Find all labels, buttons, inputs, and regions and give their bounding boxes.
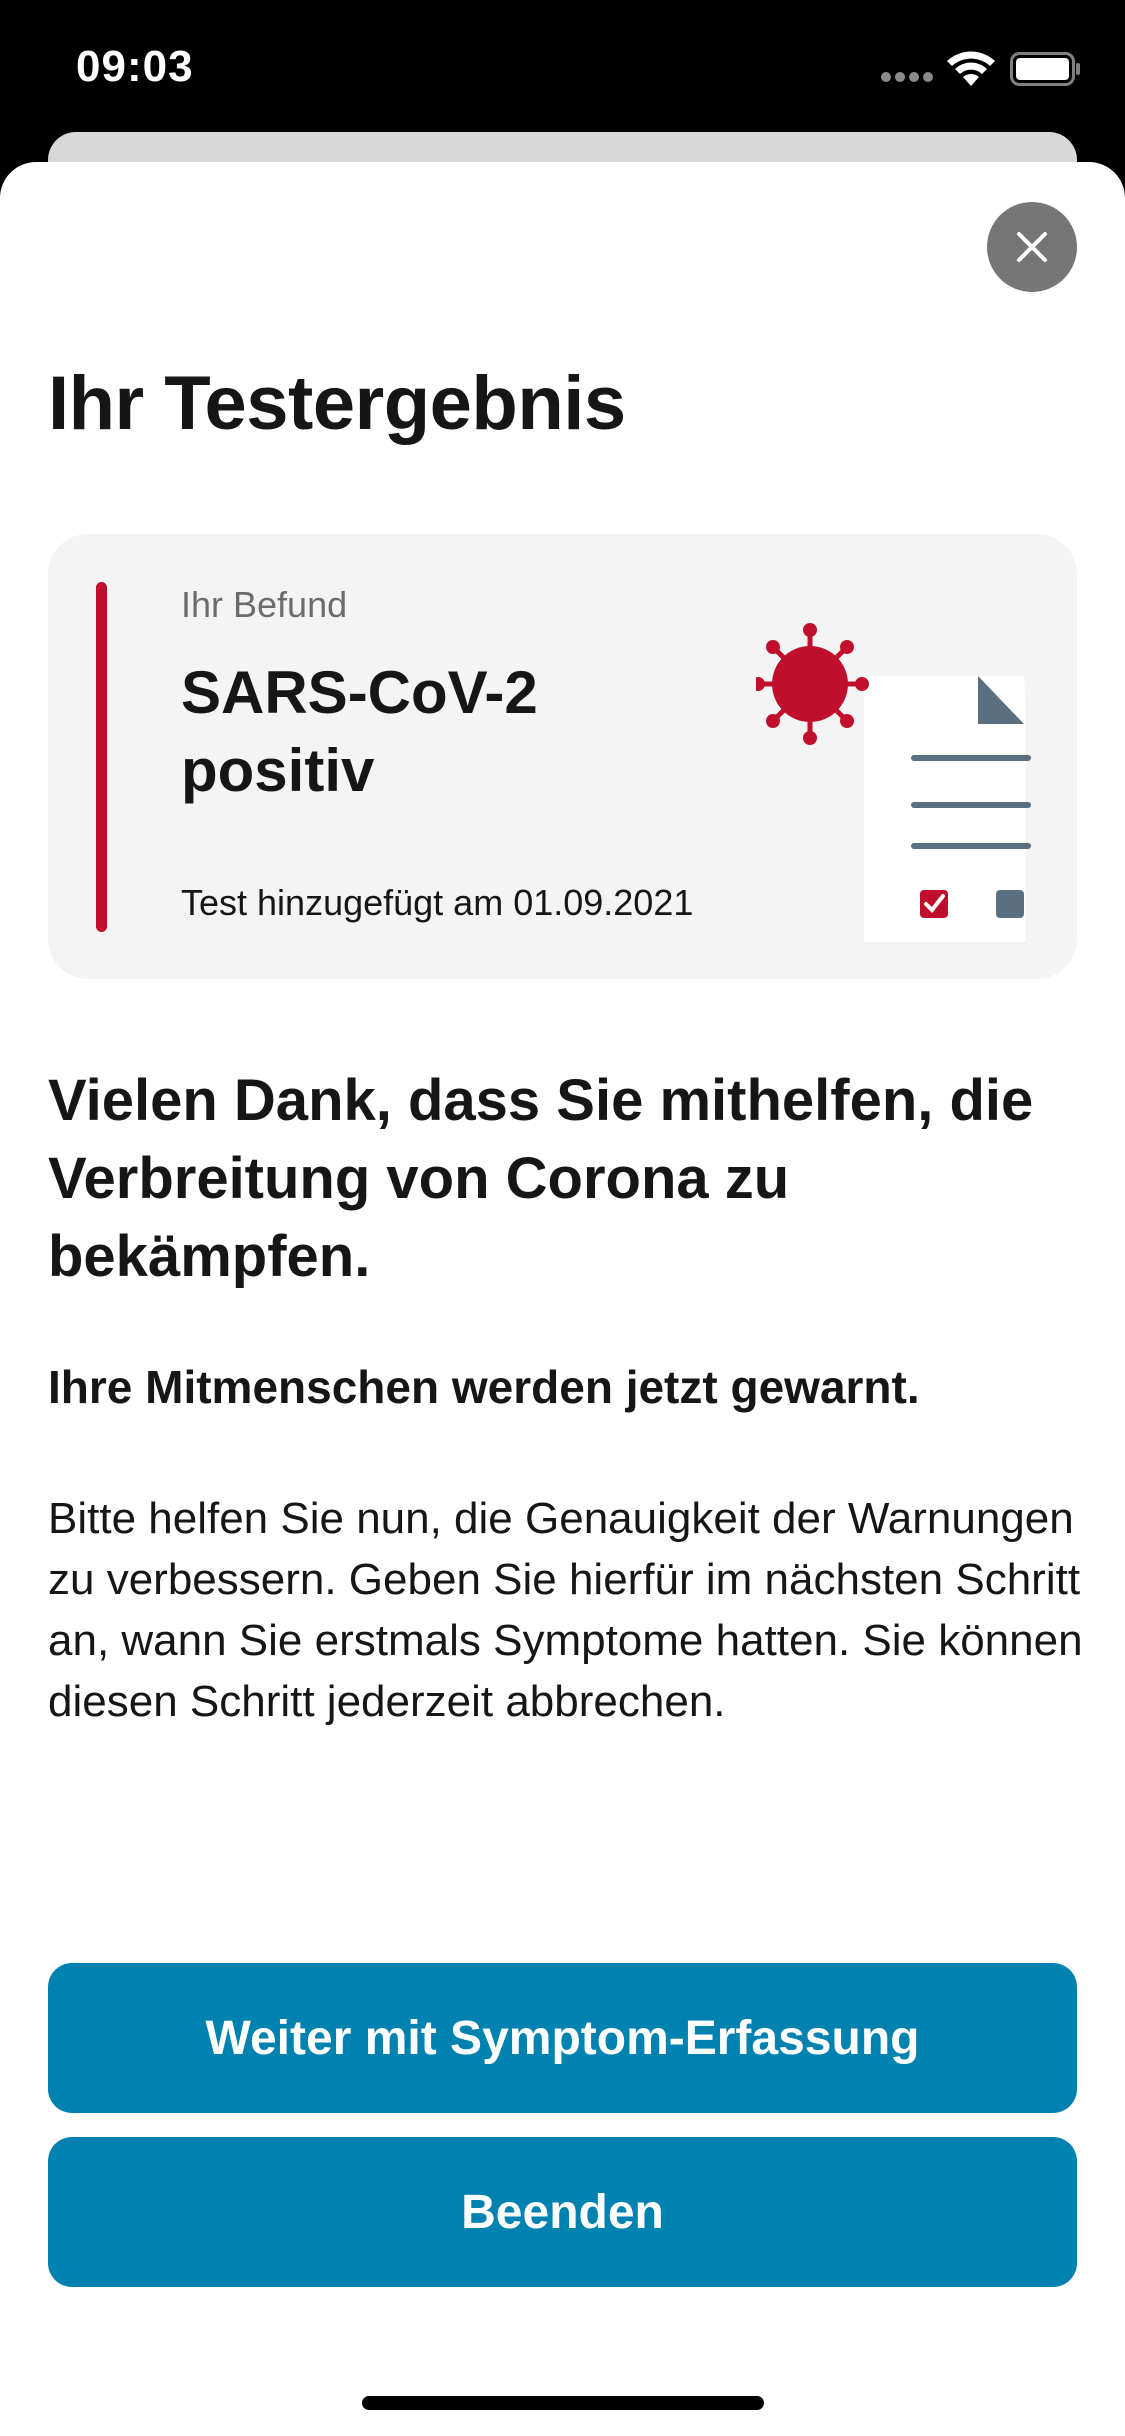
home-indicator xyxy=(362,2396,764,2410)
end-button[interactable]: Beenden xyxy=(48,2137,1077,2287)
status-bar: 09:03 xyxy=(0,0,1125,140)
result-card: Ihr Befund SARS-CoV-2 positiv Test hinzu… xyxy=(48,534,1077,979)
result-accent-bar xyxy=(96,582,107,932)
wifi-icon xyxy=(947,51,995,86)
page-title: Ihr Testergebnis xyxy=(48,361,626,446)
result-label: Ihr Befund xyxy=(181,584,348,625)
instructions-text: Bitte helfen Sie nun, die Genauigkeit de… xyxy=(48,1494,1083,1726)
close-button[interactable] xyxy=(987,202,1077,292)
continue-symptoms-button[interactable]: Weiter mit Symptom-Erfassung xyxy=(48,1963,1077,2113)
status-time: 09:03 xyxy=(76,42,194,91)
warning-subheading: Ihre Mitmenschen werden jetzt gewarnt. xyxy=(48,1361,920,1413)
result-value: SARS-CoV-2 positiv xyxy=(181,659,538,804)
test-result-document-icon xyxy=(756,623,1031,942)
thanks-heading: Vielen Dank, dass Sie mithelfen, die Ver… xyxy=(48,1068,1034,1289)
battery-icon xyxy=(1010,52,1080,86)
result-date: Test hinzugefügt am 01.09.2021 xyxy=(181,882,694,923)
close-icon xyxy=(1017,232,1047,262)
signal-icon xyxy=(881,72,933,82)
